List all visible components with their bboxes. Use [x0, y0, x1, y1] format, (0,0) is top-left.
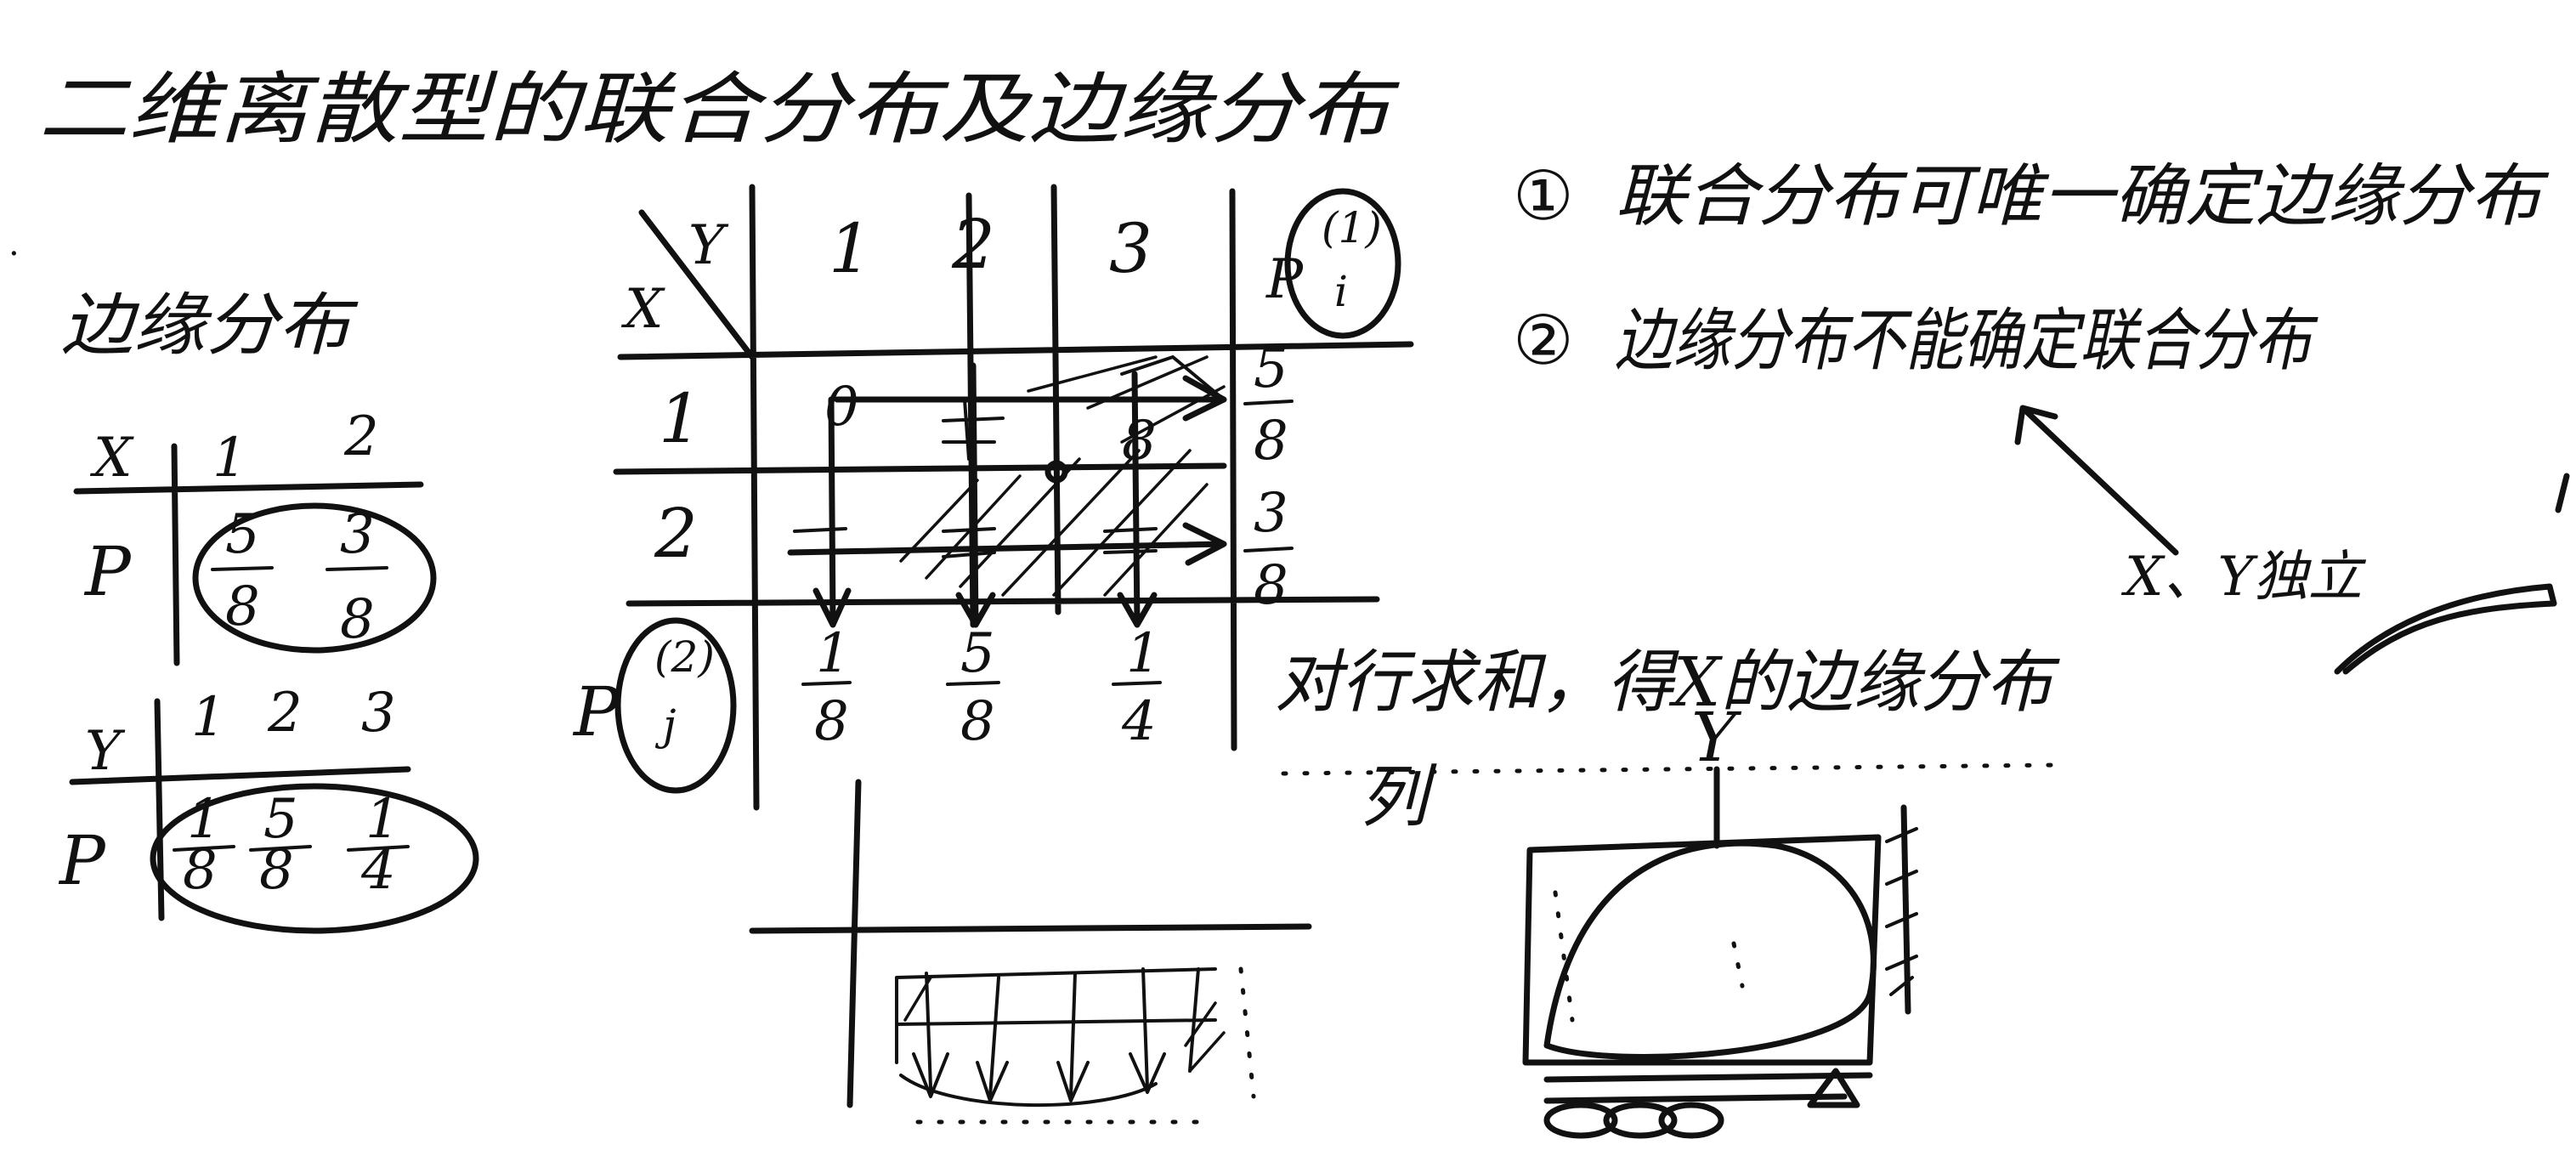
row-marg-label: P	[1265, 248, 1304, 311]
x-marginal-table: X 1 2 P 5 8 3 8	[73, 405, 437, 666]
joint-row-2: 2	[654, 494, 698, 573]
row-margin-1-den: 8	[1254, 410, 1288, 473]
note-3-text: X、Y独立	[2120, 546, 2367, 609]
note-1-marker: ①	[1513, 156, 1574, 235]
page-title: 二维离散型的联合分布及边缘分布	[38, 64, 1401, 155]
y-prob-2-den: 8	[259, 839, 294, 902]
row-marg-sub: i	[1334, 267, 1348, 316]
y-table-rule	[69, 698, 411, 921]
edge-mark	[2555, 473, 2570, 513]
joint-corner-y: Y	[688, 214, 729, 277]
joint-corner-x: X	[620, 278, 665, 341]
x-prob-1-bar	[211, 566, 274, 571]
y-prob-1-den: 8	[183, 839, 218, 902]
row-margin-1-num: 5	[1254, 337, 1288, 400]
row-margin-1-bar	[1243, 400, 1294, 405]
projection-sketch: Y	[1522, 698, 1918, 1139]
note-2-marker: ②	[1513, 301, 1574, 380]
col-marg-label: P	[572, 672, 620, 751]
marginal-title: 边缘分布	[61, 286, 360, 365]
row-marg-sup: (1)	[1322, 203, 1382, 252]
y-table-header: Y	[85, 720, 126, 783]
y-table-value-3: 3	[361, 682, 396, 745]
column-sketch	[749, 779, 1312, 1125]
joint-col-1: 1	[829, 209, 872, 288]
col-label: 列	[1360, 757, 1437, 836]
note-2: ② 边缘分布不能确定联合分布	[1513, 301, 2319, 380]
col-marg-sup: (2)	[654, 632, 715, 682]
joint-col-2: 2	[951, 205, 995, 284]
col-margin-2-num: 5	[960, 622, 995, 685]
y-marginal-table: Y 1 2 3 P 1 8 5 8 1 4	[58, 682, 479, 934]
whiteboard: 二维离散型的联合分布及边缘分布 ① 联合分布可唯一确定边缘分布 ② 边缘分布不能…	[8, 64, 2570, 1139]
cell-r1-c3: 8	[1122, 410, 1157, 473]
row-margin-2-bar	[1243, 547, 1294, 552]
y-table-value-1: 1	[191, 686, 226, 749]
row-margin-2-num: 3	[1254, 482, 1288, 545]
col-margin-3-den: 4	[1121, 690, 1157, 753]
col-margin-3-bar	[1112, 681, 1162, 686]
note-1: ① 联合分布可唯一确定边缘分布	[1513, 156, 2550, 235]
col-margin-1-num: 1	[816, 622, 851, 685]
x-prob-2-bar	[326, 566, 388, 571]
corner-dot: .	[8, 224, 20, 264]
row-margin-2-den: 8	[1254, 554, 1288, 617]
note-2-text: 边缘分布不能确定联合分布	[1615, 301, 2319, 380]
y-table-value-2: 2	[267, 682, 303, 745]
x-table-header: X	[89, 427, 134, 490]
figure-label: Y	[1691, 698, 1742, 777]
x-table-value-2: 2	[343, 405, 379, 468]
row-2-arrow	[787, 522, 1227, 566]
col-margin-3-num: 1	[1126, 622, 1161, 685]
joint-row-1: 1	[659, 379, 702, 458]
row-sum-note: 对行求和，得X的边缘分布	[1275, 643, 2061, 722]
col-margin-1-bar	[801, 681, 852, 686]
x-table-value-1: 1	[212, 427, 247, 490]
stray-scribble	[2334, 583, 2557, 675]
note-2-arrow	[2014, 405, 2179, 556]
col-marginal-header: P (2) j	[572, 617, 737, 794]
col-marg-sub: j	[654, 700, 677, 750]
joint-col-3: 3	[1109, 209, 1152, 288]
y-table-prob-label: P	[58, 821, 106, 900]
note-1-text: 联合分布可唯一确定边缘分布	[1615, 156, 2550, 235]
col-margin-1-den: 8	[814, 690, 849, 753]
col-margin-2-den: 8	[960, 690, 995, 753]
y-prob-3-den: 4	[360, 839, 396, 902]
x-table-prob-label: P	[83, 532, 132, 611]
row-1-arrow	[834, 375, 1227, 422]
col-margin-2-bar	[946, 681, 1000, 686]
row-marginal-header: P (1) i	[1265, 188, 1401, 339]
